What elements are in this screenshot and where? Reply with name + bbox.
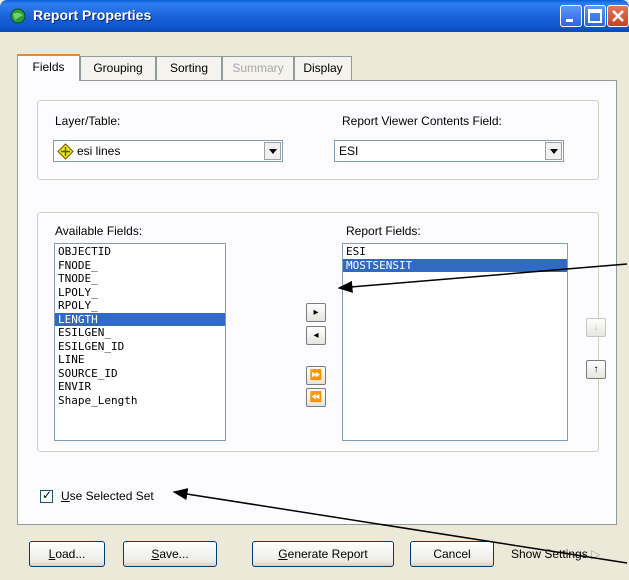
list-item[interactable]: RPOLY_ — [55, 299, 225, 313]
viewer-field-value: ESI — [339, 144, 359, 158]
list-item[interactable]: TNODE_ — [55, 272, 225, 286]
add-all-fields-button[interactable]: ⏩ — [306, 366, 326, 385]
tab-display[interactable]: Display — [294, 56, 352, 80]
tab-grouping[interactable]: Grouping — [80, 56, 156, 80]
list-item[interactable]: Shape_Length — [55, 394, 225, 408]
window-title: Report Properties — [33, 7, 152, 23]
report-fields-label: Report Fields: — [346, 224, 421, 238]
maximize-button[interactable] — [584, 5, 606, 27]
minimize-button[interactable] — [560, 5, 582, 27]
save-button[interactable]: Save... — [123, 541, 217, 567]
list-item[interactable]: LPOLY_ — [55, 286, 225, 300]
list-item[interactable]: SOURCE_ID — [55, 367, 225, 381]
load-button[interactable]: Load... — [29, 541, 105, 567]
report-properties-window: Report Properties Fields Grouping Sortin… — [0, 0, 629, 580]
list-item[interactable]: ESILGEN_ID — [55, 340, 225, 354]
remove-all-fields-button[interactable]: ⏪ — [306, 388, 326, 407]
close-icon — [612, 10, 624, 22]
maximize-icon — [588, 9, 602, 23]
add-field-button[interactable]: ▸ — [306, 303, 326, 322]
generate-report-button[interactable]: Generate Report — [252, 541, 394, 567]
list-item[interactable]: ESILGEN_ — [55, 326, 225, 340]
use-selected-set-label[interactable]: Use Selected Set — [61, 489, 154, 503]
layer-diamond-icon — [57, 143, 74, 160]
title-bar[interactable]: Report Properties — [0, 0, 629, 32]
available-fields-label: Available Fields: — [55, 224, 143, 238]
minimize-icon — [566, 19, 573, 22]
checkmark-icon: ✓ — [42, 488, 53, 502]
list-item[interactable]: FNODE_ — [55, 259, 225, 273]
chevron-down-icon[interactable] — [264, 142, 281, 160]
layer-table-select[interactable]: esi lines — [53, 140, 283, 162]
layer-table-label: Layer/Table: — [55, 114, 121, 128]
list-item[interactable]: LINE — [55, 353, 225, 367]
show-settings-toggle[interactable]: Show Settings ▷ — [511, 547, 600, 561]
expand-arrow-icon: ▷ — [591, 547, 601, 561]
viewer-field-label: Report Viewer Contents Field: — [342, 114, 502, 128]
tab-summary[interactable]: Summary — [222, 56, 294, 80]
list-item[interactable]: ENVIR — [55, 380, 225, 394]
remove-field-button[interactable]: ◂ — [306, 326, 326, 345]
chevron-down-icon[interactable] — [545, 142, 562, 160]
list-item[interactable]: ESI — [343, 245, 567, 259]
cancel-button[interactable]: Cancel — [410, 541, 494, 567]
move-up-button[interactable]: ↑ — [586, 360, 606, 379]
layer-table-value: esi lines — [77, 144, 121, 158]
tab-fields[interactable]: Fields — [17, 54, 80, 81]
globe-icon — [10, 8, 26, 24]
viewer-field-select[interactable]: ESI — [334, 140, 564, 162]
list-item[interactable]: OBJECTID — [55, 245, 225, 259]
use-selected-set-checkbox[interactable]: ✓ — [40, 488, 53, 503]
list-item-selected[interactable]: LENGTH — [55, 312, 225, 326]
tab-sorting[interactable]: Sorting — [156, 56, 222, 80]
report-fields-list[interactable]: ESI MOSTSENSIT — [342, 243, 568, 441]
move-down-button[interactable]: ↓ — [586, 318, 606, 337]
close-button[interactable] — [607, 5, 629, 27]
available-fields-list[interactable]: OBJECTID FNODE_ TNODE_ LPOLY_ RPOLY_ LEN… — [54, 243, 226, 441]
list-item-selected[interactable]: MOSTSENSIT — [343, 258, 567, 272]
